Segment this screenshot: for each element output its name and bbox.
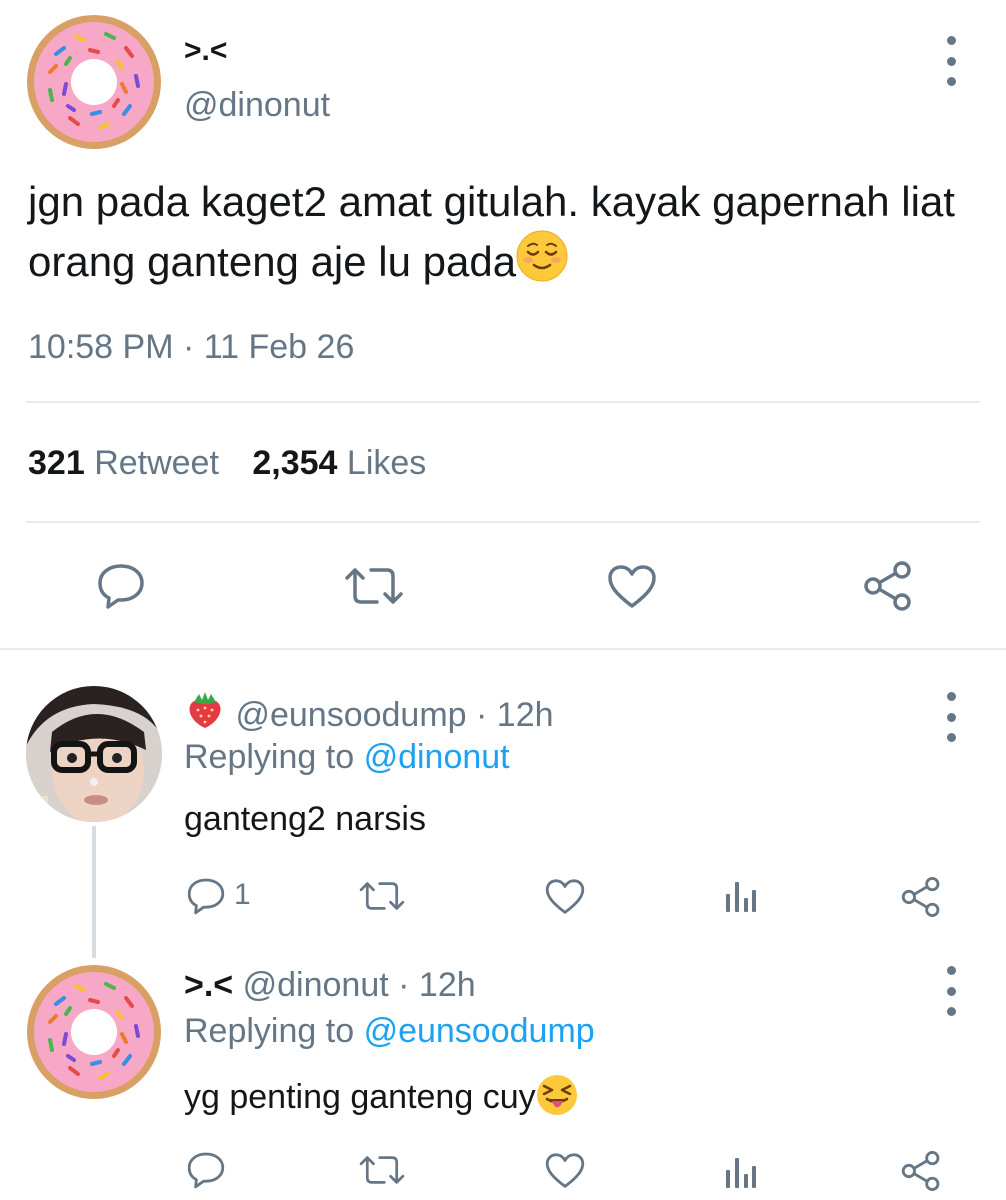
tweet-text: jgn pada kaget2 amat gitulah. kayak gape… [28, 174, 988, 296]
like-count: 2,354 [252, 444, 338, 482]
like-label: Likes [346, 444, 427, 482]
retweet-count: 321 [28, 444, 85, 482]
reply-icon[interactable] [186, 1150, 226, 1190]
like-icon[interactable] [544, 878, 586, 916]
replying-to: Replying to @eunsoodump [184, 1012, 595, 1051]
engagement-stats: 321 Retweet 2,354 Likes [28, 444, 426, 483]
reply-display-name[interactable]: >.< [184, 966, 233, 1004]
donut-avatar-image [27, 15, 161, 149]
reply-text-row: yg penting ganteng cuy [184, 1074, 578, 1125]
analytics-icon[interactable] [724, 878, 758, 914]
share-icon[interactable] [862, 560, 914, 612]
retweet-icon[interactable] [343, 566, 405, 606]
divider [0, 648, 1006, 650]
handle[interactable]: @dinonut [184, 86, 330, 125]
date: 11 Feb 26 [203, 328, 355, 366]
girl-avatar-image [26, 686, 162, 822]
thread-line [92, 826, 96, 958]
replying-to: Replying to @dinonut [184, 738, 510, 777]
more-options-icon[interactable] [941, 966, 961, 1016]
donut-avatar-image [27, 965, 161, 1099]
share-icon[interactable] [900, 1150, 942, 1192]
tweet-text-content: jgn pada kaget2 amat gitulah. kayak gape… [28, 178, 955, 285]
reply-handle[interactable]: @eunsoodump [235, 696, 466, 734]
divider [26, 521, 980, 523]
retweet-icon[interactable] [358, 1154, 406, 1186]
reply-text: ganteng2 narsis [184, 800, 426, 838]
squinting-tongue-face-icon [536, 1074, 578, 1125]
reply-header: >.< @dinonut · 12h [184, 966, 476, 1005]
analytics-icon[interactable] [724, 1154, 758, 1190]
replying-to-link[interactable]: @dinonut [364, 738, 510, 776]
display-name[interactable]: >.< [184, 34, 227, 68]
separator: · [182, 328, 195, 366]
like-stat[interactable]: 2,354 Likes [252, 444, 426, 482]
avatar[interactable] [26, 686, 162, 822]
retweet-stat[interactable]: 321 Retweet [28, 444, 228, 482]
reply-icon[interactable] [96, 562, 146, 610]
replying-to-link[interactable]: @eunsoodump [364, 1012, 595, 1050]
avatar[interactable] [26, 14, 162, 150]
reply-count: 1 [234, 878, 251, 911]
time: 10:58 PM [28, 328, 174, 366]
reply-icon[interactable] [186, 876, 226, 916]
reply-time: · 12h [398, 966, 476, 1004]
reply-header: @eunsoodump · 12h [184, 690, 554, 741]
reply-text: yg penting ganteng cuy [184, 1078, 536, 1116]
like-icon[interactable] [544, 1152, 586, 1190]
replying-label: Replying to [184, 738, 355, 776]
retweet-icon[interactable] [358, 880, 406, 912]
retweet-label: Retweet [94, 444, 219, 482]
avatar[interactable] [26, 964, 162, 1100]
reply-handle[interactable]: @dinonut [243, 966, 389, 1004]
more-options-icon[interactable] [941, 692, 961, 742]
strawberry-icon [184, 690, 226, 741]
like-icon[interactable] [606, 564, 658, 610]
reply-time: · 12h [476, 696, 554, 734]
more-options-icon[interactable] [941, 36, 961, 86]
relieved-face-icon [516, 230, 568, 296]
divider [26, 401, 980, 403]
timestamp[interactable]: 10:58 PM · 11 Feb 26 [28, 328, 354, 367]
replying-label: Replying to [184, 1012, 355, 1050]
share-icon[interactable] [900, 876, 942, 918]
